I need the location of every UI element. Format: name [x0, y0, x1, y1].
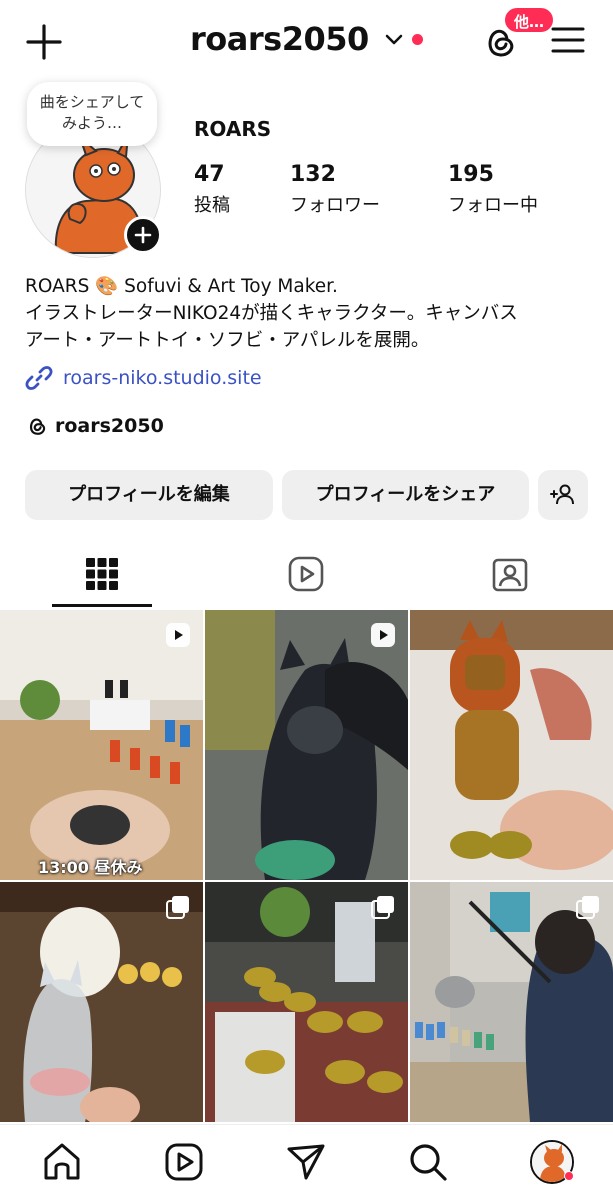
share-profile-button[interactable]: プロフィールをシェア: [282, 470, 529, 520]
grid-icon: [86, 558, 118, 590]
grid-post[interactable]: [205, 610, 408, 880]
top-header: roars2050 他…: [0, 0, 613, 80]
hamburger-menu-icon[interactable]: [550, 24, 586, 56]
stat-posts[interactable]: 47 投稿: [194, 162, 230, 217]
stat-value: 195: [448, 162, 494, 187]
carousel-icon: [166, 896, 189, 919]
chevron-down-icon[interactable]: [384, 32, 404, 48]
website-link[interactable]: roars-niko.studio.site: [25, 364, 262, 392]
search-icon[interactable]: [406, 1140, 450, 1184]
grid-post[interactable]: [205, 882, 408, 1152]
reels-play-icon: [288, 556, 324, 592]
stat-value: 47: [194, 162, 225, 187]
reel-icon: [371, 623, 395, 647]
threads-badge: 他…: [503, 6, 556, 34]
post-photo-black-figure: [205, 610, 408, 880]
grid-post[interactable]: [0, 882, 203, 1152]
posts-grid: 13:00 昼休み: [0, 610, 613, 1122]
edit-profile-button[interactable]: プロフィールを編集: [25, 470, 273, 520]
website-link-text[interactable]: roars-niko.studio.site: [63, 367, 262, 389]
send-message-icon[interactable]: [284, 1140, 328, 1184]
create-plus-icon[interactable]: [24, 22, 64, 62]
carousel-icon: [576, 896, 599, 919]
plus-icon: [134, 226, 152, 244]
add-person-icon: [550, 484, 574, 505]
stat-label: フォロー中: [448, 195, 538, 216]
stat-label: 投稿: [194, 195, 230, 216]
stat-value: 132: [290, 162, 336, 187]
post-caption-overlay: 13:00 昼休み: [38, 858, 143, 877]
grid-post[interactable]: 13:00 昼休み: [0, 610, 203, 880]
bio-line: アート・アートトイ・ソフビ・アパレルを展開。: [25, 330, 430, 351]
post-photo-desk-figures: [0, 610, 203, 880]
carousel-icon: [371, 896, 394, 919]
stat-followers[interactable]: 132 フォロワー: [290, 162, 380, 217]
threads-handle[interactable]: roars2050: [55, 415, 164, 437]
bottom-navigation: [0, 1124, 613, 1200]
discover-people-button[interactable]: [538, 470, 588, 520]
add-story-button[interactable]: [124, 216, 162, 254]
stat-label: フォロワー: [290, 195, 380, 216]
active-tab-indicator: [52, 604, 152, 607]
activity-dot: [564, 1171, 574, 1181]
threads-icon: [29, 418, 46, 435]
bio-line: イラストレーターNIKO24が描くキャラクター。キャンバス: [25, 303, 518, 324]
tab-tagged[interactable]: [460, 548, 560, 604]
threads-profile-link[interactable]: roars2050: [25, 412, 164, 440]
stat-following[interactable]: 195 フォロー中: [448, 162, 538, 217]
grid-post[interactable]: [410, 610, 613, 880]
notification-dot: [412, 34, 423, 45]
tagged-person-icon: [492, 558, 528, 592]
bio: ROARS 🎨 Sofuvi & Art Toy Maker. イラストレーター…: [25, 273, 595, 354]
post-photo-orange-figure: [410, 610, 613, 880]
tab-posts-grid[interactable]: [52, 548, 152, 604]
display-name: ROARS: [194, 117, 272, 141]
link-icon: [25, 366, 53, 390]
home-icon[interactable]: [40, 1140, 84, 1184]
reel-icon: [166, 623, 190, 647]
tab-reels[interactable]: [256, 548, 356, 604]
note-bubble[interactable]: 曲をシェアしてみよう…: [27, 82, 157, 146]
grid-post[interactable]: [410, 882, 613, 1152]
account-username[interactable]: roars2050: [190, 20, 369, 58]
bio-line: ROARS 🎨 Sofuvi & Art Toy Maker.: [25, 276, 338, 297]
reels-icon[interactable]: [162, 1140, 206, 1184]
